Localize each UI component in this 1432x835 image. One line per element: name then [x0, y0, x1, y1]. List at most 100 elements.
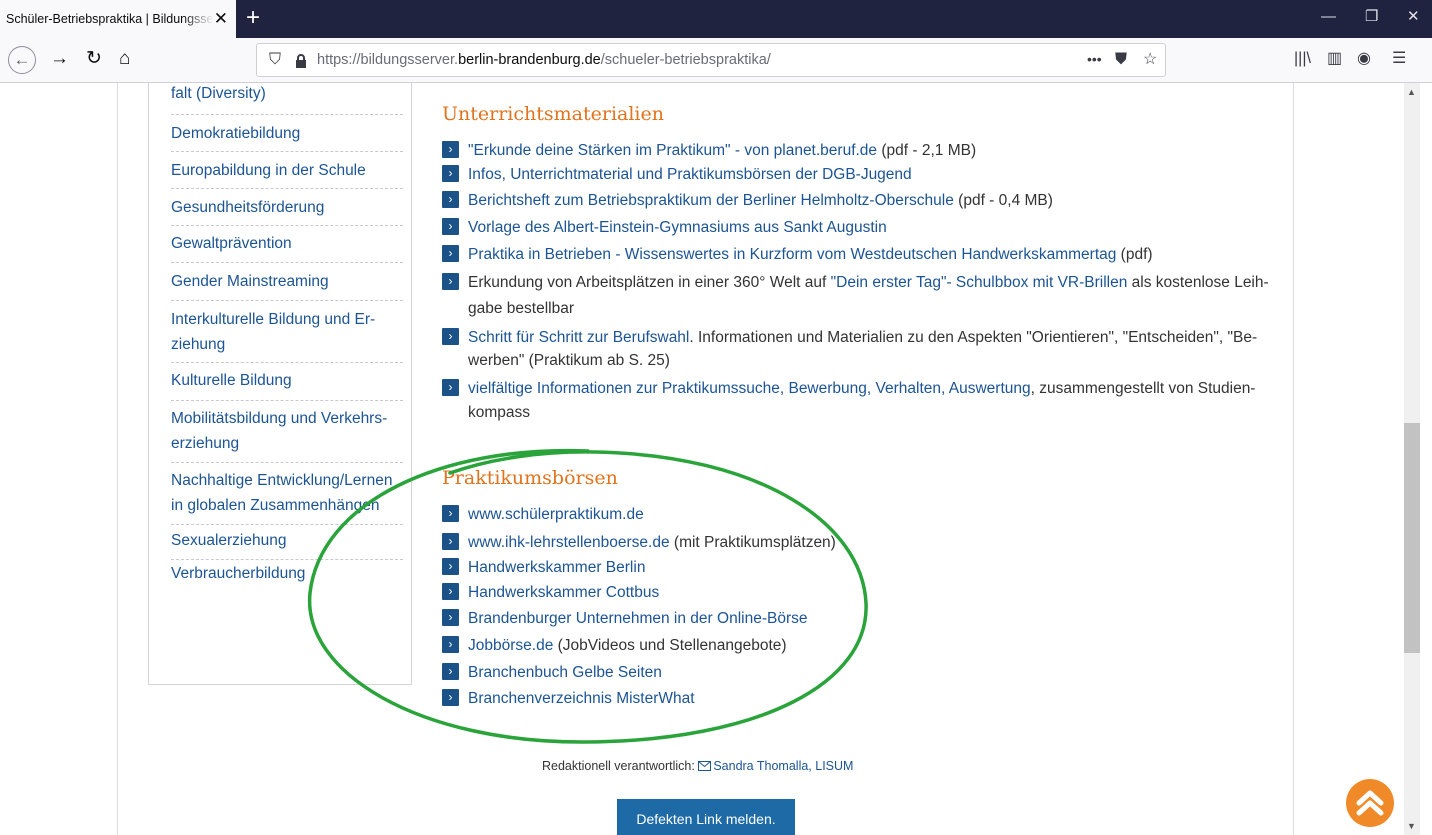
list-item: › Handwerkskammer Berlin [442, 555, 1262, 580]
sidebar-item-verbraucherbildung[interactable]: Verbraucherbildung [171, 560, 403, 594]
sidebar-item-diversity[interactable]: falt (Diversity) [171, 83, 403, 115]
library-icon[interactable]: |||\ [1294, 48, 1311, 70]
scrollbar[interactable]: ▲ ▼ [1404, 83, 1420, 835]
sidebar-item-gender-mainstreaming[interactable]: Gender Mainstreaming [171, 263, 403, 301]
forward-icon[interactable]: → [50, 47, 69, 71]
scroll-up-arrow-icon[interactable]: ▲ [1407, 87, 1416, 97]
list-item: › Erkundung von Arbeitsplätzen in einer 3… [442, 270, 1269, 295]
boerse-link[interactable]: Handwerkskammer Berlin [468, 559, 645, 576]
sidebar-item-gesundheitsfoerderung[interactable]: Gesundheitsförderung [171, 189, 403, 226]
page-actions-icon[interactable]: ••• [1087, 49, 1102, 69]
sidebar-item-interkulturelle-bildung[interactable]: Interkulturelle Bildung und Er- ziehung [171, 301, 403, 363]
material-link[interactable]: "Dein erster Tag"- Schulbbox mit VR-Bril… [831, 274, 1128, 291]
chevron-right-icon: › [442, 662, 459, 680]
editorial-credit: Redaktionell verantwortlich: Sandra Thom… [542, 759, 854, 773]
list-item: › "Erkunde deine Stärken im Praktikum" - … [442, 138, 1262, 163]
chevron-right-icon: › [442, 635, 459, 653]
sidebar-item-sexualerziehung[interactable]: Sexualerziehung [171, 525, 403, 560]
bookmark-star-icon[interactable]: ☆ [1143, 50, 1157, 70]
boerse-link[interactable]: Brandenburger Unternehmen in der Online-… [468, 610, 807, 627]
chevron-right-icon: › [442, 272, 459, 290]
topic-sidebar: falt (Diversity) Demokratiebildung Europ… [148, 83, 412, 685]
sidebar-icon[interactable]: ▥ [1327, 48, 1342, 70]
new-tab-button[interactable]: + [246, 4, 260, 32]
list-item-continuation: gabe bestellbar [468, 300, 574, 317]
home-icon[interactable]: ⌂ [119, 47, 130, 71]
chevron-right-icon: › [442, 244, 459, 262]
tab-bar: Schüler-Betriebspraktika | Bildungsserve… [0, 0, 1432, 38]
scroll-to-top-button[interactable] [1346, 779, 1394, 827]
chevron-right-icon: › [442, 532, 459, 550]
boerse-link[interactable]: www.ihk-lehrstellenboerse.de [468, 534, 670, 551]
list-item: › Vorlage des Albert-Einstein-Gymnasiums … [442, 215, 1262, 240]
close-tab-icon[interactable]: ✕ [214, 10, 228, 27]
boerse-link[interactable]: Branchenverzeichnis MisterWhat [468, 690, 695, 707]
materials-heading: Unterrichtsmaterialien [442, 103, 664, 125]
url-text[interactable]: https://bildungsserver.berlin-brandenbur… [317, 52, 771, 68]
mail-icon [698, 761, 712, 771]
pocket-icon[interactable]: ⛊ [1115, 50, 1127, 70]
material-link[interactable]: vielfältige Informationen zur Praktikums… [468, 380, 1031, 397]
boerse-link[interactable]: Jobbörse.de [468, 637, 553, 654]
lock-icon[interactable] [295, 54, 307, 68]
list-item: › Branchenverzeichnis MisterWhat [442, 686, 1262, 711]
chevron-right-icon: › [442, 217, 459, 235]
sidebar-item-nachhaltige-entwicklung[interactable]: Nachhaltige Entwicklung/Lernen in global… [171, 463, 403, 525]
chevron-right-icon: › [442, 327, 459, 345]
sidebar-item-kulturelle-bildung[interactable]: Kulturelle Bildung [171, 363, 403, 401]
menu-icon[interactable]: ☰ [1392, 48, 1406, 70]
list-item: › Handwerkskammer Cottbus [442, 580, 1262, 605]
restore-icon[interactable]: ❐ [1365, 8, 1378, 26]
chevron-right-icon: › [442, 504, 459, 522]
tab-title: Schüler-Betriebspraktika | Bildungsserve… [6, 12, 214, 26]
boersen-heading: Praktikumsbörsen [442, 467, 618, 489]
back-icon[interactable]: ← [8, 46, 36, 74]
list-item: › vielfältige Informationen zur Praktikum… [442, 376, 1262, 401]
list-item: › www.ihk-lehrstellenboerse.de (mit Prakt… [442, 530, 1262, 555]
boerse-link[interactable]: Branchenbuch Gelbe Seiten [468, 664, 662, 681]
chevron-right-icon: › [442, 164, 459, 182]
close-window-icon[interactable]: ✕ [1407, 8, 1420, 26]
list-item-continuation: kompass [468, 404, 531, 421]
list-item: › www.schülerpraktikum.de [442, 502, 1262, 527]
chevron-right-icon: › [442, 190, 459, 208]
sidebar-item-europabildung[interactable]: Europabildung in der Schule [171, 152, 403, 189]
boerse-link[interactable]: Handwerkskammer Cottbus [468, 584, 659, 601]
list-item-continuation: werben" (Praktikum ab S. 25) [468, 352, 670, 369]
material-link[interactable]: Infos, Unterrichtmaterial und Praktikums… [468, 166, 912, 183]
chevron-right-icon: › [442, 688, 459, 706]
content-border-right [1293, 83, 1294, 835]
sidebar-item-demokratiebildung[interactable]: Demokratiebildung [171, 115, 403, 152]
report-broken-link-button[interactable]: Defekten Link melden. [617, 799, 795, 835]
list-item: › Praktika in Betrieben - Wissenswertes i… [442, 242, 1262, 267]
browser-tab[interactable]: Schüler-Betriebspraktika | Bildungsserve… [0, 0, 236, 38]
material-link[interactable]: Berichtsheft zum Betriebspraktikum der B… [468, 192, 954, 209]
scroll-down-arrow-icon[interactable]: ▼ [1407, 821, 1416, 831]
sidebar-item-mobilitaetsbildung[interactable]: Mobilitätsbildung und Verkehrs- erziehun… [171, 401, 403, 463]
editor-link[interactable]: Sandra Thomalla, LISUM [713, 759, 853, 773]
chevron-up-icon [1356, 790, 1384, 816]
list-item: › Schritt für Schritt zur Berufswahl. Inf… [442, 325, 1262, 350]
navigation-toolbar: ← → ↻ ⌂ ⛉ https://bildungsserver.berlin-… [0, 38, 1432, 83]
scrollbar-thumb[interactable] [1404, 423, 1420, 653]
chevron-right-icon: › [442, 140, 459, 158]
list-item: › Branchenbuch Gelbe Seiten [442, 660, 1262, 685]
chevron-right-icon: › [442, 378, 459, 396]
page-content: falt (Diversity) Demokratiebildung Europ… [0, 83, 1432, 835]
account-icon[interactable]: ◉ [1357, 48, 1371, 70]
list-item: › Infos, Unterrichtmaterial und Praktikum… [442, 162, 1262, 187]
list-item: › Brandenburger Unternehmen in der Online… [442, 606, 1262, 631]
material-link[interactable]: "Erkunde deine Stärken im Praktikum" - v… [468, 142, 877, 159]
chevron-right-icon: › [442, 608, 459, 626]
chevron-right-icon: › [442, 582, 459, 600]
url-bar[interactable]: ⛉ https://bildungsserver.berlin-brandenb… [256, 43, 1166, 77]
sidebar-item-gewaltpraevention[interactable]: Gewaltprävention [171, 226, 403, 263]
material-link[interactable]: Vorlage des Albert-Einstein-Gymnasiums a… [468, 219, 887, 236]
shield-icon[interactable]: ⛉ [269, 50, 281, 70]
reload-icon[interactable]: ↻ [86, 47, 102, 71]
minimize-icon[interactable]: — [1321, 8, 1336, 26]
list-item: › Jobbörse.de (JobVideos und Stellenangeb… [442, 633, 1262, 658]
material-link[interactable]: Schritt für Schritt zur Berufswahl [468, 329, 689, 346]
material-link[interactable]: Praktika in Betrieben - Wissenswertes in… [468, 246, 1116, 263]
boerse-link[interactable]: www.schülerpraktikum.de [468, 506, 644, 523]
